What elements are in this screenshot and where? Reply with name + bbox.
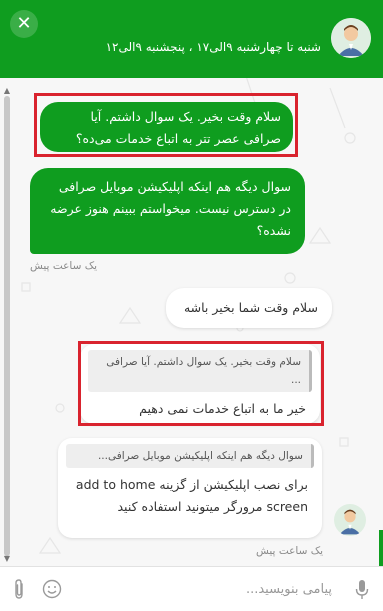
message-text: سلام وقت بخیر. یک سوال داشتم. آیا صرافی … [75,109,281,146]
scroll-thumb[interactable] [4,96,10,556]
scroll-up-arrow[interactable]: ▲ [2,86,12,96]
chat-widget: ✕ شنبه تا چهارشنبه ۹الی۱۷ ، پنجشنبه ۹الی… [0,0,383,611]
message-incoming: سلام وقت شما بخیر باشه [166,288,332,328]
working-hours: شنبه تا چهارشنبه ۹الی۱۷ ، پنجشنبه ۹الی۱۲ [105,40,321,54]
message-composer [0,566,383,611]
agent-avatar [331,18,371,58]
message-text: سلام وقت شما بخیر باشه [183,300,318,315]
paperclip-icon[interactable] [12,578,26,600]
emoji-icon[interactable] [42,579,62,599]
message-text: خیر ما به اتباع خدمات نمی دهیم [139,401,306,416]
message-text: برای نصب اپلیکیشن از گزینه add to home s… [75,477,308,514]
quoted-message[interactable]: سوال دیگه هم اینکه اپلیکیشن موبایل صرافی… [66,444,314,468]
close-icon: ✕ [16,13,32,34]
close-button[interactable]: ✕ [10,10,38,38]
microphone-icon[interactable] [355,579,369,601]
message-timestamp: یک ساعت پیش [30,260,98,272]
edge-indicator [379,530,383,566]
message-timestamp: یک ساعت پیش [256,545,324,557]
quoted-message[interactable]: سلام وقت بخیر. یک سوال داشتم. آیا صرافی … [88,350,312,392]
message-incoming-reply: سلام وقت بخیر. یک سوال داشتم. آیا صرافی … [80,344,320,424]
agent-avatar-small [334,504,366,536]
message-outgoing: سلام وقت بخیر. یک سوال داشتم. آیا صرافی … [40,102,293,152]
message-text: سوال دیگه هم اینکه اپلیکیشن موبایل صرافی… [50,179,291,238]
scrollbar[interactable]: ▲ ▼ [2,86,12,564]
message-outgoing: سوال دیگه هم اینکه اپلیکیشن موبایل صرافی… [30,168,305,254]
scroll-down-arrow[interactable]: ▼ [2,554,12,564]
message-input[interactable] [72,577,332,601]
message-incoming-reply: سوال دیگه هم اینکه اپلیکیشن موبایل صرافی… [58,438,322,538]
chat-header: ✕ شنبه تا چهارشنبه ۹الی۱۷ ، پنجشنبه ۹الی… [0,0,383,78]
